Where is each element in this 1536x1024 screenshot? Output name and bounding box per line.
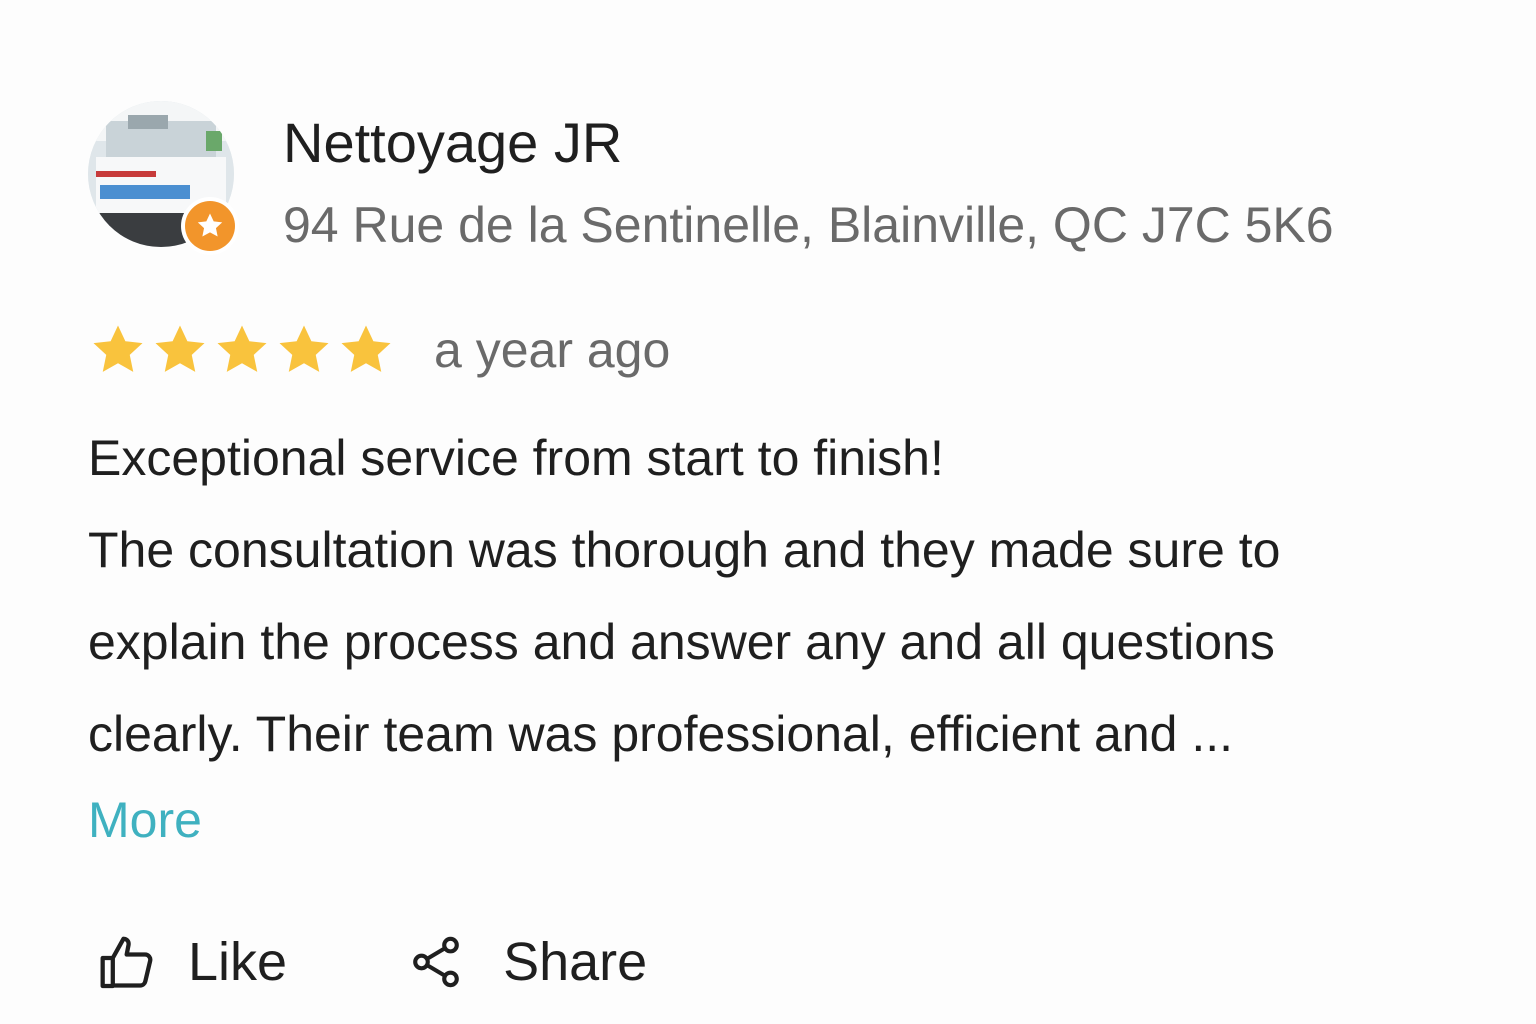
local-guide-star-icon bbox=[185, 201, 235, 251]
star-icon bbox=[88, 320, 148, 380]
review-text: Exceptional service from start to finish… bbox=[88, 412, 1488, 780]
share-icon bbox=[413, 936, 459, 988]
local-guide-badge bbox=[181, 197, 239, 255]
review-actions: Like Share bbox=[96, 922, 647, 1002]
share-label: Share bbox=[503, 932, 648, 992]
review-line: Exceptional service from start to finish… bbox=[88, 430, 944, 486]
thumbs-up-icon bbox=[100, 936, 153, 989]
more-link[interactable]: More bbox=[88, 784, 202, 856]
star-icon bbox=[150, 320, 210, 380]
business-address: 94 Rue de la Sentinelle, Blainville, QC … bbox=[283, 197, 1334, 253]
rating-row: a year ago bbox=[88, 318, 670, 382]
star-icon bbox=[212, 320, 272, 380]
review-card: Nettoyage JR 94 Rue de la Sentinelle, Bl… bbox=[0, 0, 1536, 1024]
review-time: a year ago bbox=[434, 322, 671, 378]
share-button[interactable]: Share bbox=[407, 922, 647, 1002]
review-line: The consultation was thorough and they m… bbox=[88, 522, 1281, 578]
like-button[interactable]: Like bbox=[96, 922, 287, 1002]
like-label: Like bbox=[188, 932, 288, 992]
star-icon bbox=[274, 320, 334, 380]
review-line: explain the process and answer any and a… bbox=[88, 614, 1275, 670]
star-rating bbox=[88, 320, 396, 380]
business-name[interactable]: Nettoyage JR bbox=[283, 111, 622, 175]
review-line: clearly. Their team was professional, ef… bbox=[88, 706, 1233, 762]
star-icon bbox=[336, 320, 396, 380]
